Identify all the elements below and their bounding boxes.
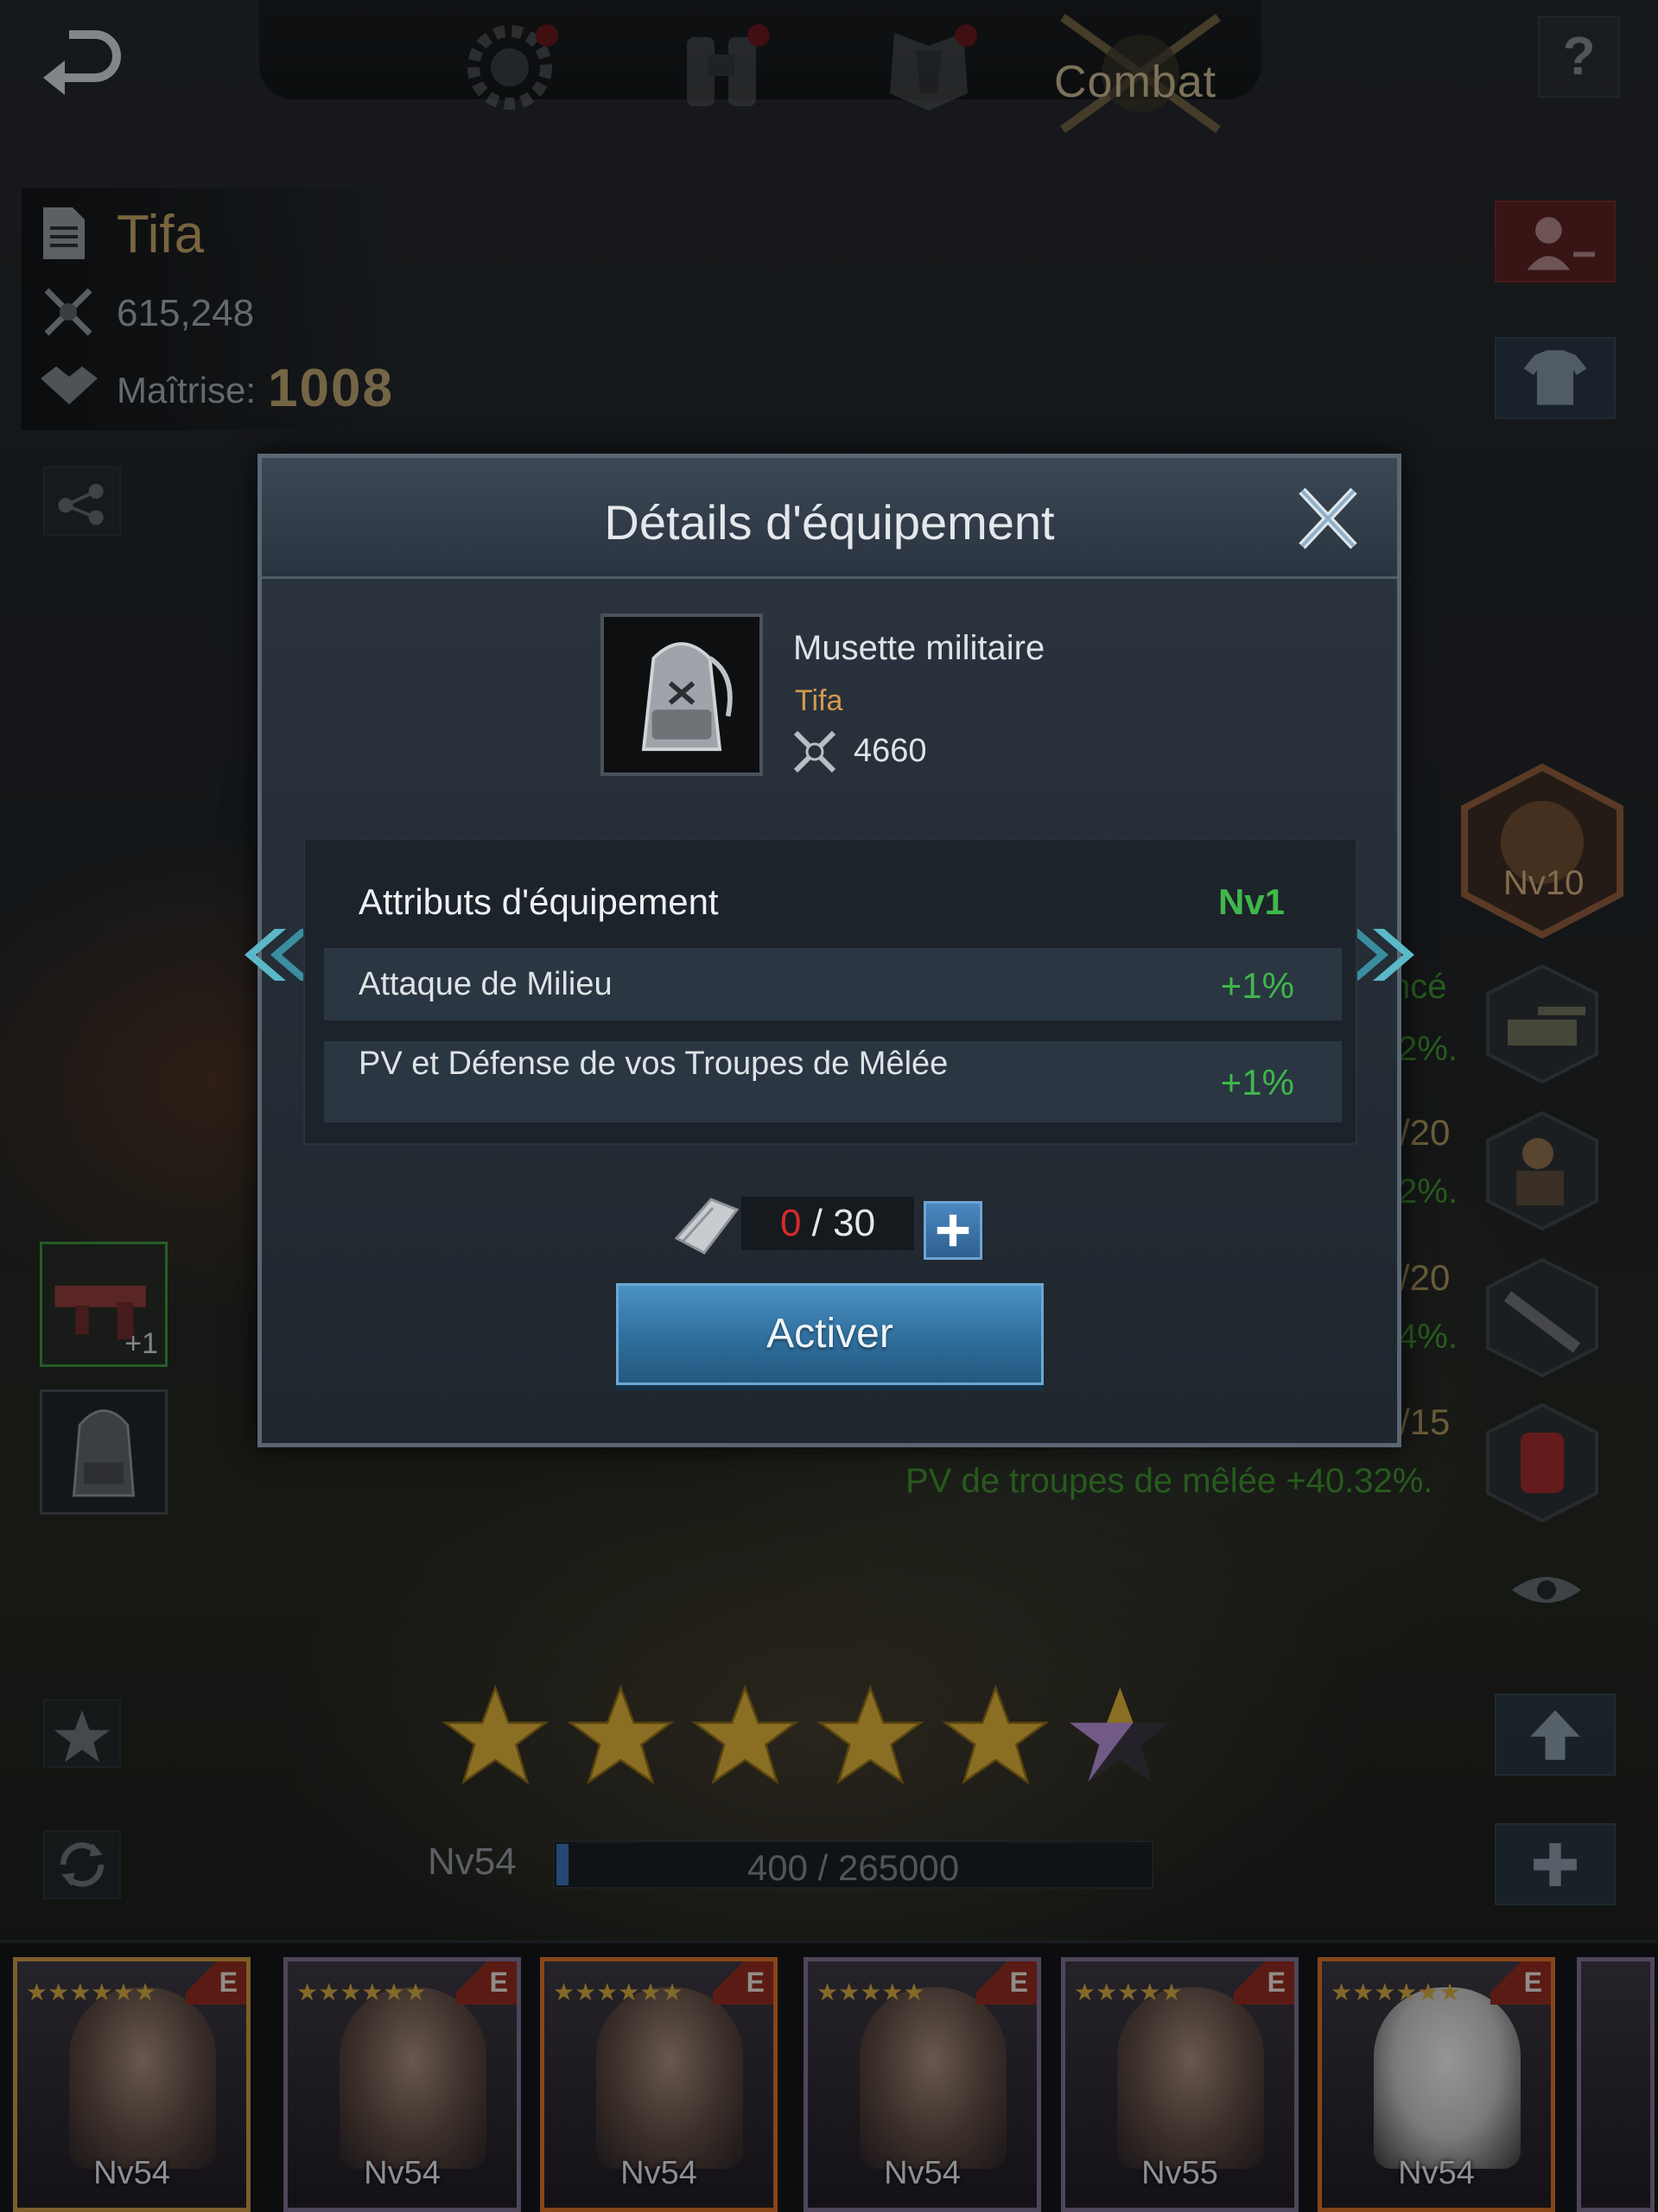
material-icon [668, 1191, 746, 1260]
attribute-value: +1% [1220, 965, 1294, 1006]
material-current: 0 [779, 1202, 802, 1244]
add-material-button[interactable] [924, 1201, 982, 1260]
plus-icon [937, 1214, 969, 1247]
power-swords-icon [793, 730, 836, 773]
double-chevron-left-icon [245, 929, 312, 981]
item-power-value: 4660 [854, 733, 927, 769]
previous-item-arrow[interactable] [236, 925, 314, 985]
material-separator: / [801, 1202, 834, 1244]
material-count: 0 / 30 [741, 1197, 914, 1250]
dialog-title: Détails d'équipement [604, 495, 1055, 550]
material-max: 30 [833, 1202, 876, 1244]
attributes-panel: Attributs d'équipement Nv1 Attaque de Mi… [303, 838, 1357, 1145]
attribute-row: PV et Défense de vos Troupes de Mêlée +1… [324, 1041, 1342, 1122]
equipment-details-dialog: Détails d'équipement Musette militaire T… [245, 454, 1414, 1447]
attributes-title: Attributs d'équipement [359, 881, 719, 922]
backpack-icon [604, 617, 759, 772]
item-owner: Tifa [795, 684, 843, 717]
attributes-level: Nv1 [1217, 881, 1285, 922]
fabric-roll-icon [674, 1198, 740, 1255]
attribute-name: PV et Défense de vos Troupes de Mêlée [359, 1046, 949, 1082]
attribute-name: Attaque de Milieu [359, 966, 613, 1002]
item-name: Musette militaire [793, 629, 1045, 667]
dialog-header: Détails d'équipement [262, 458, 1397, 579]
activate-button[interactable]: Activer [616, 1283, 1044, 1385]
attribute-value: +1% [1220, 1062, 1294, 1103]
close-icon [1299, 487, 1357, 550]
item-image [600, 613, 763, 776]
attribute-row: Attaque de Milieu +1% [324, 948, 1342, 1020]
close-button[interactable] [1293, 484, 1363, 553]
